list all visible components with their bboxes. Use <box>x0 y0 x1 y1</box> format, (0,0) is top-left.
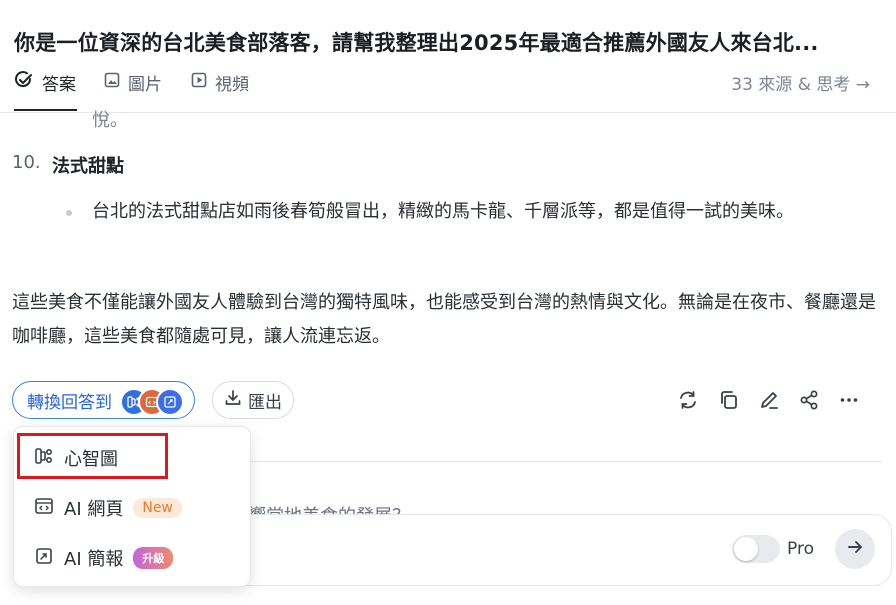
cut-off-text: 悅。 <box>92 110 128 131</box>
video-icon <box>191 72 207 93</box>
bullet-dot <box>66 210 72 216</box>
message-composer[interactable]: Pro <box>220 514 892 586</box>
menu-item-ai-webpage[interactable]: AI 網頁 New <box>14 486 250 530</box>
section-divider <box>250 461 882 462</box>
convert-answer-button[interactable]: 轉換回答到 <box>12 381 195 419</box>
menu-item-ai-slides[interactable]: AI 簡報 升級 <box>14 536 250 580</box>
sources-link[interactable]: 33 來源 & 思考 → <box>731 70 870 95</box>
tab-answer-label: 答案 <box>42 75 76 95</box>
convert-format-icons <box>120 386 184 416</box>
highlight-box <box>17 433 168 479</box>
tab-videos-label: 視頻 <box>215 75 249 95</box>
edit-icon[interactable] <box>758 389 780 411</box>
tab-answer[interactable]: 答案 <box>14 70 76 95</box>
tab-images[interactable]: 圖片 <box>104 70 162 95</box>
slides-mini-icon <box>156 388 184 416</box>
arrow-right-icon <box>846 538 864 560</box>
tab-images-label: 圖片 <box>128 75 162 95</box>
menu-item-slides-label: AI 簡報 <box>64 549 124 570</box>
active-tab-indicator <box>14 109 77 111</box>
download-icon <box>224 389 242 412</box>
slides-icon <box>34 546 54 571</box>
page-title: 你是一位資深的台北美食部落客，請幫我整理出2025年最適合推薦外國友人來台北..… <box>14 31 819 55</box>
new-badge: New <box>133 498 182 518</box>
convert-label: 轉換回答到 <box>27 392 112 413</box>
more-icon[interactable] <box>838 389 860 411</box>
share-icon[interactable] <box>798 389 820 411</box>
image-icon <box>104 72 120 93</box>
pro-toggle[interactable] <box>732 535 780 563</box>
menu-item-webpage-label: AI 網頁 <box>64 499 124 520</box>
pro-label: Pro <box>787 539 814 559</box>
tab-videos[interactable]: 視頻 <box>191 70 249 95</box>
toggle-knob <box>734 537 758 561</box>
export-label: 匯出 <box>248 392 282 413</box>
copy-icon[interactable] <box>718 389 740 411</box>
convert-dropdown-menu: 心智圖 AI 網頁 New AI 簡報 升級 <box>13 426 251 587</box>
list-number: 10. <box>12 152 41 173</box>
webpage-icon <box>34 496 54 521</box>
bullet-text: 台北的法式甜點店如雨後春筍般冒出，精緻的馬卡龍、千層派等，都是值得一試的美味。 <box>92 201 794 222</box>
send-button[interactable] <box>835 529 875 569</box>
upgrade-badge: 升級 <box>133 547 174 569</box>
list-heading: 法式甜點 <box>52 156 124 177</box>
regenerate-icon[interactable] <box>677 389 699 411</box>
answer-icon <box>14 70 34 95</box>
tab-bar: 答案 圖片 視頻 33 來源 & 思考 → <box>0 66 896 113</box>
summary-paragraph: 這些美食不僅能讓外國友人體驗到台灣的獨特風味，也能感受到台灣的熱情與文化。無論是… <box>12 292 876 347</box>
export-button[interactable]: 匯出 <box>212 381 294 419</box>
